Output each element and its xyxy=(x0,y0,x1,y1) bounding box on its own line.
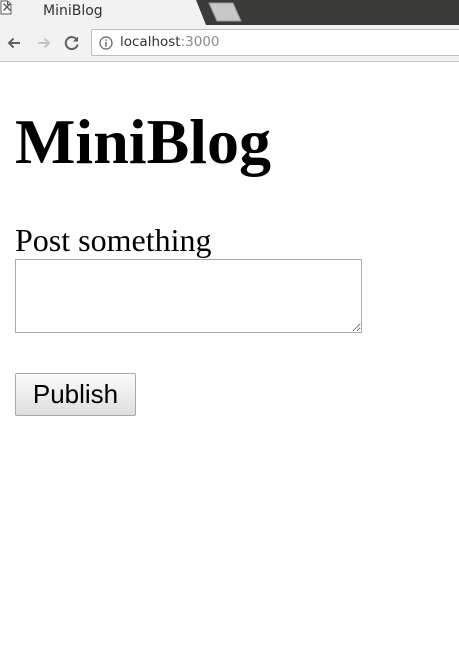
info-icon[interactable] xyxy=(99,36,113,50)
url-port: :3000 xyxy=(180,34,220,50)
active-tab-shape xyxy=(0,0,206,25)
close-icon[interactable] xyxy=(0,0,14,14)
reload-icon[interactable] xyxy=(63,34,81,52)
browser-toolbar: localhost:3000 xyxy=(0,25,459,62)
url-host: localhost xyxy=(120,34,181,50)
arrow-left-icon[interactable] xyxy=(5,34,23,52)
post-label: Post something xyxy=(15,222,212,258)
publish-button[interactable]: Publish xyxy=(15,373,136,416)
active-tab[interactable]: MiniBlog xyxy=(0,0,206,25)
address-bar[interactable]: localhost:3000 xyxy=(91,29,459,56)
new-tab-icon[interactable] xyxy=(206,2,246,22)
post-textarea[interactable] xyxy=(15,259,362,333)
arrow-right-icon[interactable] xyxy=(35,34,53,52)
url-text: localhost:3000 xyxy=(120,34,220,51)
page-title: MiniBlog xyxy=(15,106,272,177)
tab-title: MiniBlog xyxy=(43,3,103,19)
browser-tab-strip: MiniBlog xyxy=(0,0,459,25)
page-content: MiniBlog Post something Publish xyxy=(0,62,459,666)
